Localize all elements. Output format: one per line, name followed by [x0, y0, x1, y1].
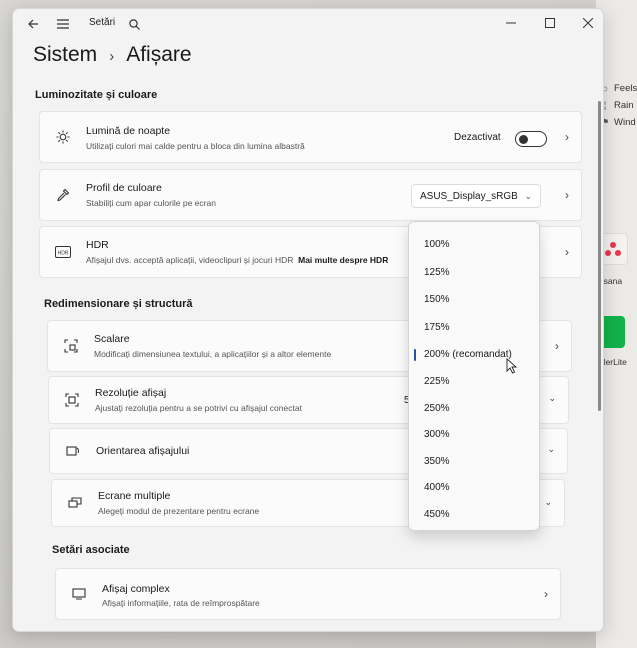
weather-rain: Rain: [614, 100, 634, 111]
resolution-icon: [63, 391, 81, 409]
advanced-display-title: Afișaj complex: [102, 583, 170, 595]
multiple-displays-title: Ecrane multiple: [98, 490, 171, 502]
scale-subtitle: Modificați dimensiunea textului, a aplic…: [94, 349, 332, 359]
scale-option[interactable]: 450%: [424, 509, 450, 520]
color-profile-value: ASUS_Display_sRGB: [420, 190, 518, 202]
search-icon[interactable]: [123, 13, 145, 35]
hdr-icon: HDR: [54, 243, 72, 261]
chevron-down-icon: ⌄: [547, 444, 555, 454]
hdr-subtitle-text: Afișajul dvs. acceptă aplicații, videocl…: [86, 255, 294, 265]
chevron-right-icon: ›: [565, 130, 569, 144]
color-profile-select[interactable]: ASUS_Display_sRGB ⌄: [411, 184, 541, 208]
advanced-display-subtitle: Afișați informațiile, rata de reîmprospă…: [102, 598, 260, 608]
close-button[interactable]: [577, 13, 599, 33]
breadcrumb-parent[interactable]: Sistem: [33, 43, 97, 67]
page-title: Afișare: [126, 43, 192, 66]
scale-option-selected[interactable]: 200% (recomandat): [424, 349, 512, 360]
asana-logo-dot: [605, 250, 611, 256]
scale-option[interactable]: 100%: [424, 239, 450, 250]
scale-option[interactable]: 225%: [424, 376, 450, 387]
chevron-down-icon: ⌄: [544, 497, 552, 507]
chevron-right-icon: ›: [544, 587, 548, 601]
title-bar: Setări: [13, 9, 603, 37]
color-profile-card[interactable]: Profil de culoare Stabiliți cum apar cul…: [39, 169, 582, 221]
scale-option[interactable]: 150%: [424, 294, 450, 305]
chevron-right-icon: ›: [565, 245, 569, 259]
toggle-knob: [519, 134, 528, 144]
svg-text:HDR: HDR: [58, 250, 69, 256]
scale-option[interactable]: 400%: [424, 482, 450, 493]
scale-icon: [62, 337, 80, 355]
scrollbar[interactable]: [598, 101, 601, 411]
hdr-title: HDR: [86, 239, 109, 251]
minimize-button[interactable]: [500, 13, 522, 33]
app-title: Setări: [89, 17, 116, 28]
section-brightness: Luminozitate și culoare: [35, 89, 158, 101]
settings-window: Setări Sistem › Afișare Luminozitate și …: [12, 8, 604, 632]
night-light-subtitle: Utilizați culori mai calde pentru a bloc…: [86, 141, 305, 151]
advanced-display-card[interactable]: Afișaj complex Afișați informațiile, rat…: [55, 568, 561, 620]
asana-logo-dot: [610, 242, 616, 248]
scale-option[interactable]: 125%: [424, 267, 450, 278]
multiple-displays-subtitle: Alegeți modul de prezentare pentru ecran…: [98, 506, 260, 516]
scale-option[interactable]: 350%: [424, 456, 450, 467]
weather-widget: ☼ Feels ¦ Rain ⚑ Wind: [600, 80, 637, 131]
section-related: Setări asociate: [52, 544, 130, 556]
monitor-icon: [70, 585, 88, 603]
night-light-state: Dezactivat: [454, 132, 501, 143]
weather-feels: Feels: [614, 83, 637, 94]
scale-dropdown: 100% 125% 150% 175% 200% (recomandat) 22…: [408, 221, 540, 531]
color-profile-title: Profil de culoare: [86, 182, 162, 194]
breadcrumb-separator: ›: [109, 48, 115, 65]
scale-option[interactable]: 250%: [424, 403, 450, 414]
resolution-title: Rezoluție afișaj: [95, 387, 167, 399]
section-scale-layout: Redimensionare și structură: [44, 298, 193, 310]
night-light-toggle[interactable]: [515, 131, 547, 147]
maximize-button[interactable]: [539, 13, 561, 33]
scale-title: Scalare: [94, 333, 130, 345]
chevron-right-icon: ›: [565, 188, 569, 202]
chevron-down-icon: ⌄: [524, 190, 532, 201]
hdr-more-link[interactable]: Mai multe despre HDR: [298, 255, 388, 265]
night-light-title: Lumină de noapte: [86, 125, 171, 137]
multiple-displays-icon: [66, 494, 84, 512]
scale-option[interactable]: 175%: [424, 322, 450, 333]
night-light-card[interactable]: Lumină de noapte Utilizați culori mai ca…: [39, 111, 582, 163]
orientation-icon: [64, 442, 82, 460]
hdr-subtitle: Afișajul dvs. acceptă aplicații, videocl…: [86, 255, 411, 265]
selection-indicator: [414, 349, 416, 361]
resolution-subtitle: Ajustați rezoluția pentru a se potrivi c…: [95, 403, 302, 413]
scale-option[interactable]: 300%: [424, 429, 450, 440]
eyedropper-icon: [54, 186, 72, 204]
mouse-pointer-icon: [506, 357, 518, 379]
orientation-title: Orientarea afișajului: [96, 445, 190, 457]
chevron-right-icon: ›: [555, 339, 559, 353]
asana-logo-dot: [615, 250, 621, 256]
breadcrumb: Sistem › Afișare: [33, 43, 192, 67]
color-profile-subtitle: Stabiliți cum apar culorile pe ecran: [86, 198, 216, 208]
weather-wind: Wind: [614, 117, 636, 128]
brightness-sun-icon: [54, 128, 72, 146]
chevron-down-icon: ⌄: [548, 393, 556, 403]
back-arrow-icon[interactable]: [22, 13, 44, 35]
hamburger-menu-icon[interactable]: [52, 13, 74, 35]
